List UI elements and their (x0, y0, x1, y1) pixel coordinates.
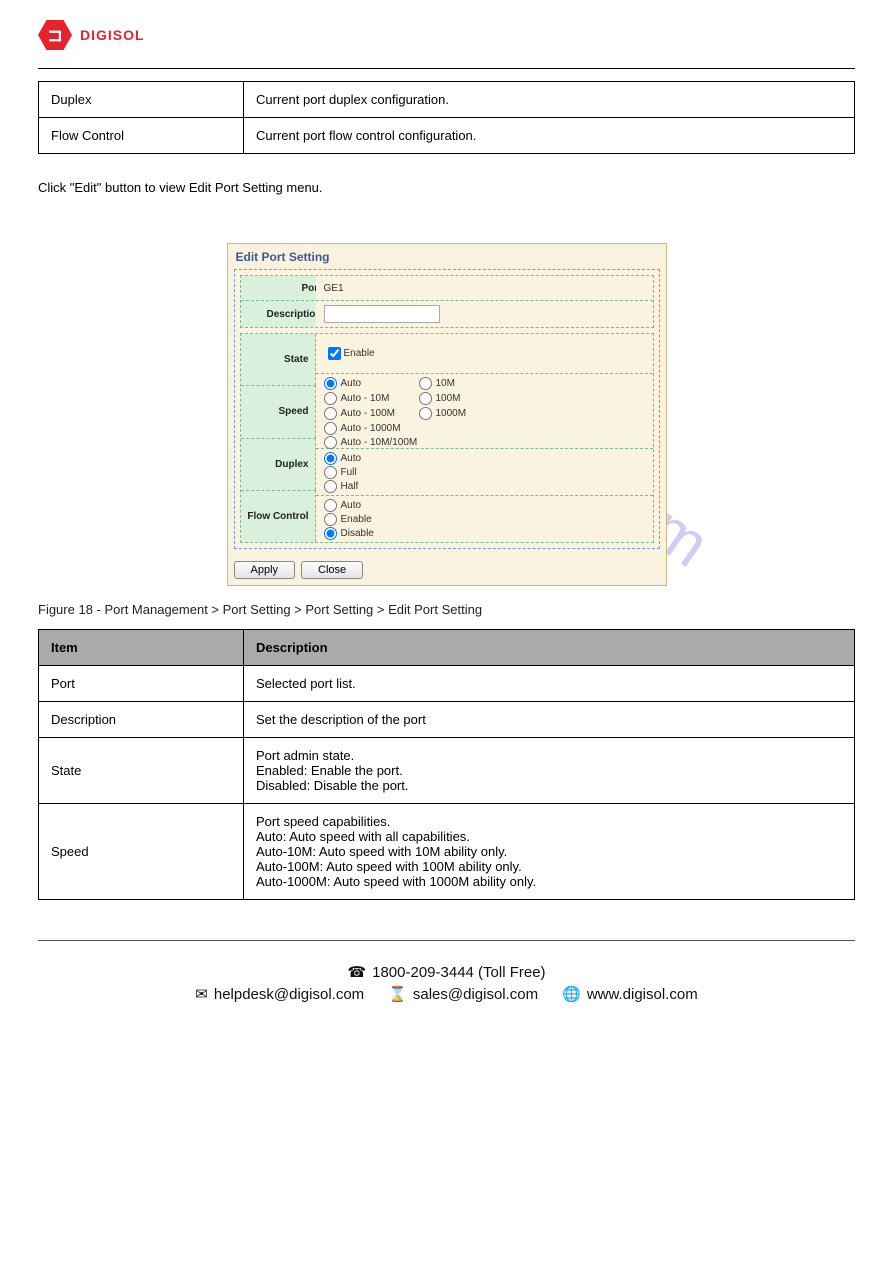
footer-helpdesk: helpdesk@digisol.com (214, 986, 364, 1003)
speed-10m-radio[interactable] (419, 377, 432, 390)
flow-opt: Auto (341, 500, 362, 511)
speed-100m-radio[interactable] (419, 392, 432, 405)
flow-auto-radio[interactable] (324, 499, 337, 512)
duplex-auto-radio[interactable] (324, 452, 337, 465)
speed-label: Speed (241, 385, 316, 437)
state-enable-label: Enable (344, 348, 375, 359)
table-row: Speed Port speed capabilities. Auto: Aut… (39, 804, 855, 900)
duplex-opt: Full (341, 467, 357, 478)
table-row: Description Set the description of the p… (39, 702, 855, 738)
footer-sales: sales@digisol.com (413, 986, 538, 1003)
footer-phone: 1800-209-3444 (Toll Free) (372, 964, 545, 981)
flowcontrol-label: Flow Control (241, 490, 316, 542)
cell-desc: Current port duplex configuration. (244, 82, 855, 118)
edit-port-setting-panel: Edit Port Setting Port Description GE1 (227, 243, 667, 586)
logo-icon: ⊐ (38, 20, 72, 50)
cell-desc: Current port flow control configuration. (244, 118, 855, 154)
cell-term: Flow Control (39, 118, 244, 154)
cell-term: State (39, 738, 244, 804)
flow-enable-radio[interactable] (324, 513, 337, 526)
page-header: ⊐ DIGISOL (38, 20, 855, 69)
speed-auto10m-radio[interactable] (324, 392, 337, 405)
apply-button[interactable]: Apply (234, 561, 296, 579)
speed-opt: Auto (341, 378, 362, 389)
flow-opt: Enable (341, 514, 372, 525)
item-description-table: Item Description Port Selected port list… (38, 629, 855, 900)
speed-opt: Auto - 10M/100M (341, 437, 418, 448)
table-row: Flow Control Current port flow control c… (39, 118, 855, 154)
duplex-opt: Auto (341, 453, 362, 464)
table-row: Duplex Current port duplex configuration… (39, 82, 855, 118)
hourglass-icon: ⌛ (388, 985, 407, 1003)
brand-name: DIGISOL (80, 27, 145, 43)
duplex-full-radio[interactable] (324, 466, 337, 479)
speed-1000m-radio[interactable] (419, 407, 432, 420)
flow-disable-radio[interactable] (324, 527, 337, 540)
cell-term: Duplex (39, 82, 244, 118)
page-footer: ☎ 1800-209-3444 (Toll Free) ✉ helpdesk@di… (38, 940, 855, 1017)
speed-opt: Auto - 100M (341, 408, 395, 419)
speed-opt: 1000M (436, 408, 467, 419)
cell-desc: Selected port list. (244, 666, 855, 702)
table-header-description: Description (244, 630, 855, 666)
phone-icon: ☎ (347, 963, 366, 981)
port-value: GE1 (316, 276, 653, 301)
speed-auto-radio[interactable] (324, 377, 337, 390)
state-enable-checkbox[interactable] (328, 347, 341, 360)
cell-term: Port (39, 666, 244, 702)
speed-opt: 100M (436, 393, 461, 404)
speed-auto1000m-radio[interactable] (324, 422, 337, 435)
table-row: Port Selected port list. (39, 666, 855, 702)
top-definitions-table: Duplex Current port duplex configuration… (38, 81, 855, 154)
footer-web: www.digisol.com (587, 986, 698, 1003)
cell-desc: Port speed capabilities. Auto: Auto spee… (244, 804, 855, 900)
duplex-half-radio[interactable] (324, 480, 337, 493)
speed-opt: Auto - 10M (341, 393, 390, 404)
cell-term: Description (39, 702, 244, 738)
panel-title: Edit Port Setting (228, 244, 666, 266)
mail-icon: ✉ (195, 985, 208, 1003)
intro-text: Click "Edit" button to view Edit Port Se… (38, 180, 855, 195)
description-input[interactable] (324, 305, 440, 323)
table-row: State Port admin state. Enabled: Enable … (39, 738, 855, 804)
speed-auto100m-radio[interactable] (324, 407, 337, 420)
cell-desc: Set the description of the port (244, 702, 855, 738)
table-header-item: Item (39, 630, 244, 666)
speed-opt: Auto - 1000M (341, 423, 401, 434)
cell-desc: Port admin state. Enabled: Enable the po… (244, 738, 855, 804)
flow-opt: Disable (341, 528, 374, 539)
figure-caption: Figure 18 - Port Management > Port Setti… (38, 602, 855, 617)
globe-icon: 🌐 (562, 985, 581, 1003)
speed-auto10m100m-radio[interactable] (324, 436, 337, 449)
state-label: State (241, 334, 316, 385)
duplex-opt: Half (341, 481, 359, 492)
cell-term: Speed (39, 804, 244, 900)
close-button[interactable]: Close (301, 561, 363, 579)
duplex-label: Duplex (241, 438, 316, 490)
speed-opt: 10M (436, 378, 455, 389)
